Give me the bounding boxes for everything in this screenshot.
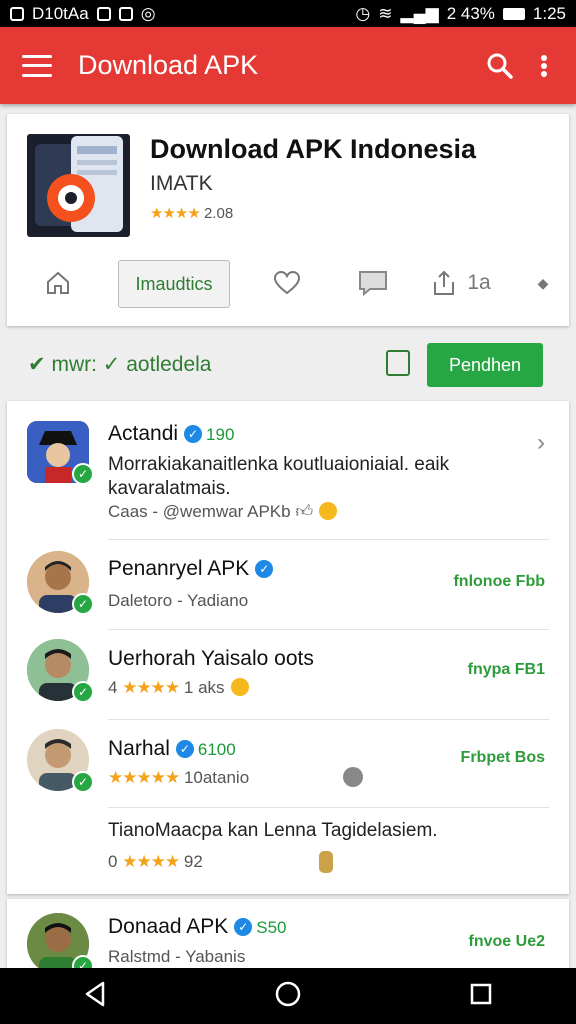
app-developer: IMATK — [150, 172, 213, 195]
verified-badge: ✓ — [72, 463, 94, 485]
app-title: Download APK Indonesia — [150, 134, 477, 164]
search-icon[interactable] — [478, 44, 522, 88]
verified-icon: ✓ — [184, 425, 203, 443]
verify-button[interactable]: Pendhen — [427, 343, 543, 387]
heart-icon[interactable] — [272, 260, 302, 306]
verify-value: aotledela — [126, 353, 212, 376]
app-bar-title: Download APK — [78, 50, 259, 80]
item-tag: fnlonoe Fbb — [453, 573, 545, 590]
menu-icon[interactable] — [22, 54, 52, 77]
navigation-bar — [0, 968, 576, 1024]
item-name: Narhal ✓ 6100 — [108, 737, 236, 760]
verify-bar: ✔ mwr: ✓ aotledela Pendhen — [0, 338, 576, 394]
divider — [108, 539, 549, 540]
item-sub: ★★★★★ 10atanio — [108, 768, 250, 787]
item-description: TianoMaacpa kan Lenna Tagidelasiem. — [108, 820, 438, 841]
recents-icon[interactable] — [469, 982, 493, 1011]
app-card: Download APK Indonesia IMATK ★★★★ 2.08 I… — [7, 114, 569, 326]
list-item[interactable]: ✓ Donaad APK ✓ S50 Ralstmd - Yabanis fnvoe… — [7, 899, 569, 979]
item-sub: Caas - @wemwar APKb 👍︎ — [108, 501, 338, 522]
thumbs-up-icon: 👍︎ — [295, 502, 314, 521]
more-vert-icon[interactable] — [522, 44, 566, 88]
status-left-text: D10tAa — [32, 3, 89, 23]
action-row: Imaudtics 1a ◆ — [7, 260, 569, 308]
item-sub: 4 ★★★★ 1 aks — [108, 678, 249, 698]
item-sub: Ralstmd - Yabanis — [108, 947, 246, 966]
lock-icon — [10, 6, 24, 21]
list-item[interactable]: ✓ Uerhorah Yaisalo oots 4 ★★★★ 1 aks fny… — [7, 629, 569, 719]
app-bar: Download APK — [0, 27, 576, 104]
battery-percent: 2 43% — [446, 3, 495, 23]
alarm-icon: ◷ — [355, 3, 371, 23]
notification-icon — [96, 6, 111, 21]
item-name: Penanryel APK ✓ — [108, 557, 274, 581]
verify-text: ✔ mwr: ✓ aotledela — [28, 352, 212, 377]
clipboard-icon[interactable] — [386, 350, 410, 376]
share-count: 1a — [467, 271, 491, 294]
primary-action-button[interactable]: Imaudtics — [118, 260, 230, 308]
verified-icon: ✓ — [255, 560, 274, 578]
rating-stars: ★★★★ — [150, 205, 201, 222]
item-name: Uerhorah Yaisalo oots — [108, 647, 314, 670]
item-sub: 0 ★★★★ 92 — [108, 852, 203, 871]
list-item[interactable]: ✓ Narhal ✓ 6100 ★★★★★ 10atanio Frbpet Bos — [7, 719, 569, 807]
google-icon — [343, 767, 363, 787]
item-tag: fnypa FB1 — [467, 661, 545, 678]
emoji-icon — [319, 502, 338, 520]
item-sub: Daletoro - Yadiano — [108, 591, 249, 610]
item-tag: Frbpet Bos — [460, 749, 545, 766]
comment-icon[interactable] — [357, 260, 389, 306]
verified-icon: ✓ — [234, 918, 253, 936]
verified-icon: ✓ — [175, 740, 194, 758]
chevron-right-icon[interactable]: › — [537, 429, 545, 457]
verified-badge: ✓ — [72, 681, 94, 703]
globe-icon: ◎ — [140, 3, 156, 23]
sticker-icon — [319, 851, 333, 873]
overflow-icon[interactable]: ◆ — [533, 260, 553, 306]
item-name: Donaad APK ✓ S50 — [108, 915, 287, 938]
review-list-2: ✓ Donaad APK ✓ S50 Ralstmd - Yabanis fnvoe… — [7, 899, 569, 979]
list-item[interactable]: TianoMaacpa kan Lenna Tagidelasiem. 0 ★★… — [7, 807, 569, 894]
item-name: Actandi ✓ 190 — [108, 422, 235, 445]
item-tag: fnvoe Ue2 — [468, 933, 545, 950]
item-description: Morrakiakanaitlenka koutluaioniaial. eai… — [108, 454, 450, 499]
share-icon[interactable] — [427, 260, 461, 306]
home-nav-icon[interactable] — [274, 980, 302, 1013]
home-icon[interactable] — [43, 260, 73, 306]
review-list: ✓ Actandi ✓ 190 Morrakiakanaitlenka koutlu… — [7, 401, 569, 894]
verified-badge: ✓ — [72, 771, 94, 793]
list-item[interactable]: ✓ Penanryel APK ✓ Daletoro - Yadiano fnlo… — [7, 541, 569, 629]
app-icon — [27, 134, 130, 237]
verified-badge: ✓ — [72, 593, 94, 615]
check-outline-icon: ✓ — [102, 353, 121, 376]
status-bar: D10tAa ◎ ◷ ≋ ▂▄▆ 2 43% 1:25 — [0, 0, 576, 27]
rating-text: 2.08 — [203, 205, 234, 222]
image-icon — [118, 6, 133, 21]
verify-label: mwr: — [51, 353, 97, 376]
wifi-icon: ≋ — [378, 3, 393, 23]
clock: 1:25 — [532, 3, 566, 23]
list-item[interactable]: ✓ Actandi ✓ 190 Morrakiakanaitlenka koutlu… — [7, 401, 569, 541]
signal-icon: ▂▄▆ — [400, 3, 439, 23]
app-rating: ★★★★ 2.08 — [150, 204, 233, 222]
battery-icon — [502, 7, 525, 20]
back-icon[interactable] — [83, 981, 107, 1012]
emoji-icon — [230, 678, 249, 696]
check-icon: ✔ — [28, 353, 46, 376]
